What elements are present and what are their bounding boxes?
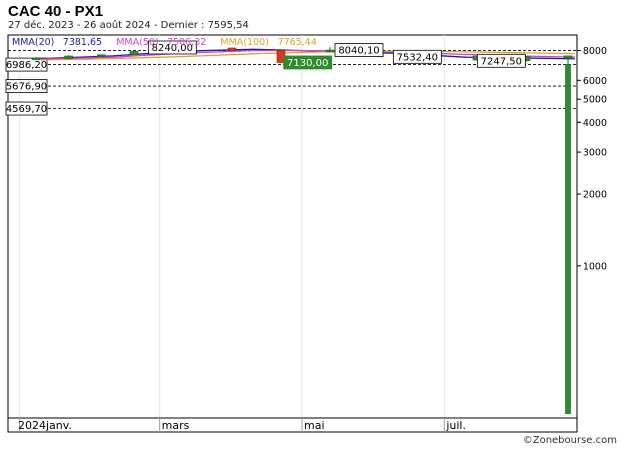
candle-body xyxy=(565,64,571,414)
legend-name: MMA(50) xyxy=(116,37,158,48)
y-tick-label: 2000 xyxy=(583,190,607,201)
legend-name: MMA(100) xyxy=(220,37,268,48)
price-label: 7130,00 xyxy=(287,58,328,69)
gridlines xyxy=(19,35,445,418)
y-tick-label: 1000 xyxy=(583,261,607,272)
price-label: 7532,40 xyxy=(397,52,438,63)
candle-body xyxy=(97,54,106,58)
legend-value: 7765,44 xyxy=(278,37,317,48)
legend-value: 7506,32 xyxy=(167,37,206,48)
credit: ©Zonebourse.com xyxy=(522,435,617,446)
x-tick-label: mai xyxy=(304,419,325,432)
candle-body xyxy=(129,51,139,56)
y-tick-label: 8000 xyxy=(583,46,607,57)
y-tick-label: 5000 xyxy=(583,95,607,106)
level-label: 5676,90 xyxy=(6,82,47,93)
price-chart[interactable]: 6986,205676,904569,70 8240,007130,008040… xyxy=(0,0,625,450)
level-label: 6986,20 xyxy=(6,60,47,71)
y-tick-label: 3000 xyxy=(583,148,607,159)
candle-body xyxy=(227,47,237,51)
candle-body xyxy=(563,55,573,59)
plot-area xyxy=(7,34,578,433)
price-label: 7247,50 xyxy=(481,56,522,67)
x-tick-label: juil. xyxy=(445,419,466,432)
price-label: 8040,10 xyxy=(338,46,379,57)
legend-value: 7381,65 xyxy=(63,37,102,48)
y-tick-label: 4000 xyxy=(583,118,607,129)
candle-body xyxy=(31,57,41,61)
legend-name: MMA(20) xyxy=(12,37,54,48)
y-axis: 1000 2000 3000 4000 5000 6000 8000 xyxy=(577,46,607,272)
x-tick-label: mars xyxy=(162,419,190,432)
level-label: 4569,70 xyxy=(6,104,47,115)
candle-body xyxy=(325,49,335,53)
y-tick-label: 6000 xyxy=(583,76,607,87)
candle-body xyxy=(64,55,73,59)
x-tick-label: 2024janv. xyxy=(18,419,72,432)
x-axis: 2024janv. mars mai juil. xyxy=(8,417,577,432)
